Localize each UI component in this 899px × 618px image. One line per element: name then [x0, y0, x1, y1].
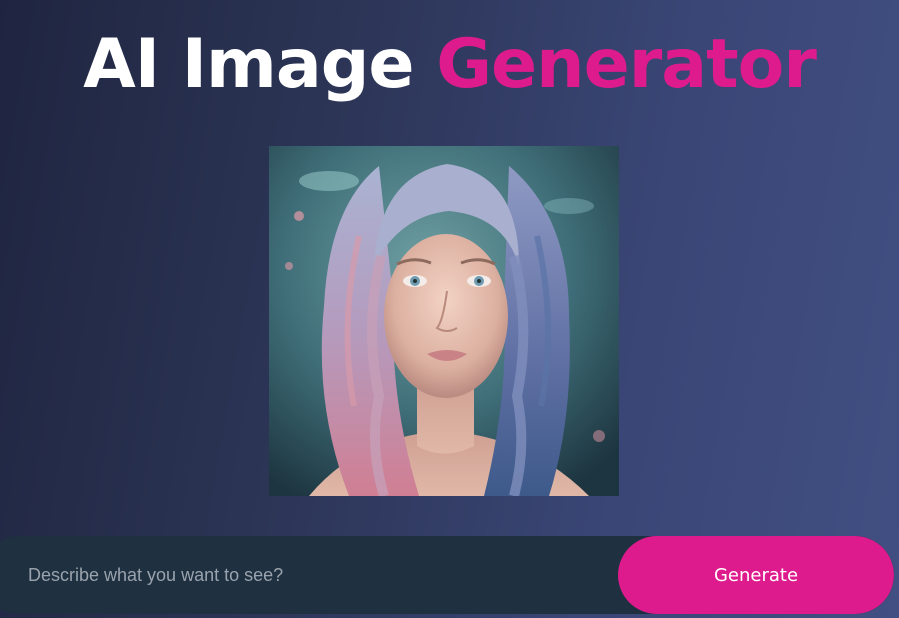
prompt-bar: Generate — [0, 536, 894, 614]
generated-image — [269, 146, 619, 496]
portrait-illustration — [269, 146, 619, 496]
page-title-accent: Generator — [436, 25, 817, 104]
page-title: AI Image Generator — [0, 24, 899, 106]
generate-button[interactable]: Generate — [618, 536, 894, 614]
page-title-main: AI Image — [83, 25, 414, 104]
prompt-input[interactable] — [28, 536, 608, 614]
